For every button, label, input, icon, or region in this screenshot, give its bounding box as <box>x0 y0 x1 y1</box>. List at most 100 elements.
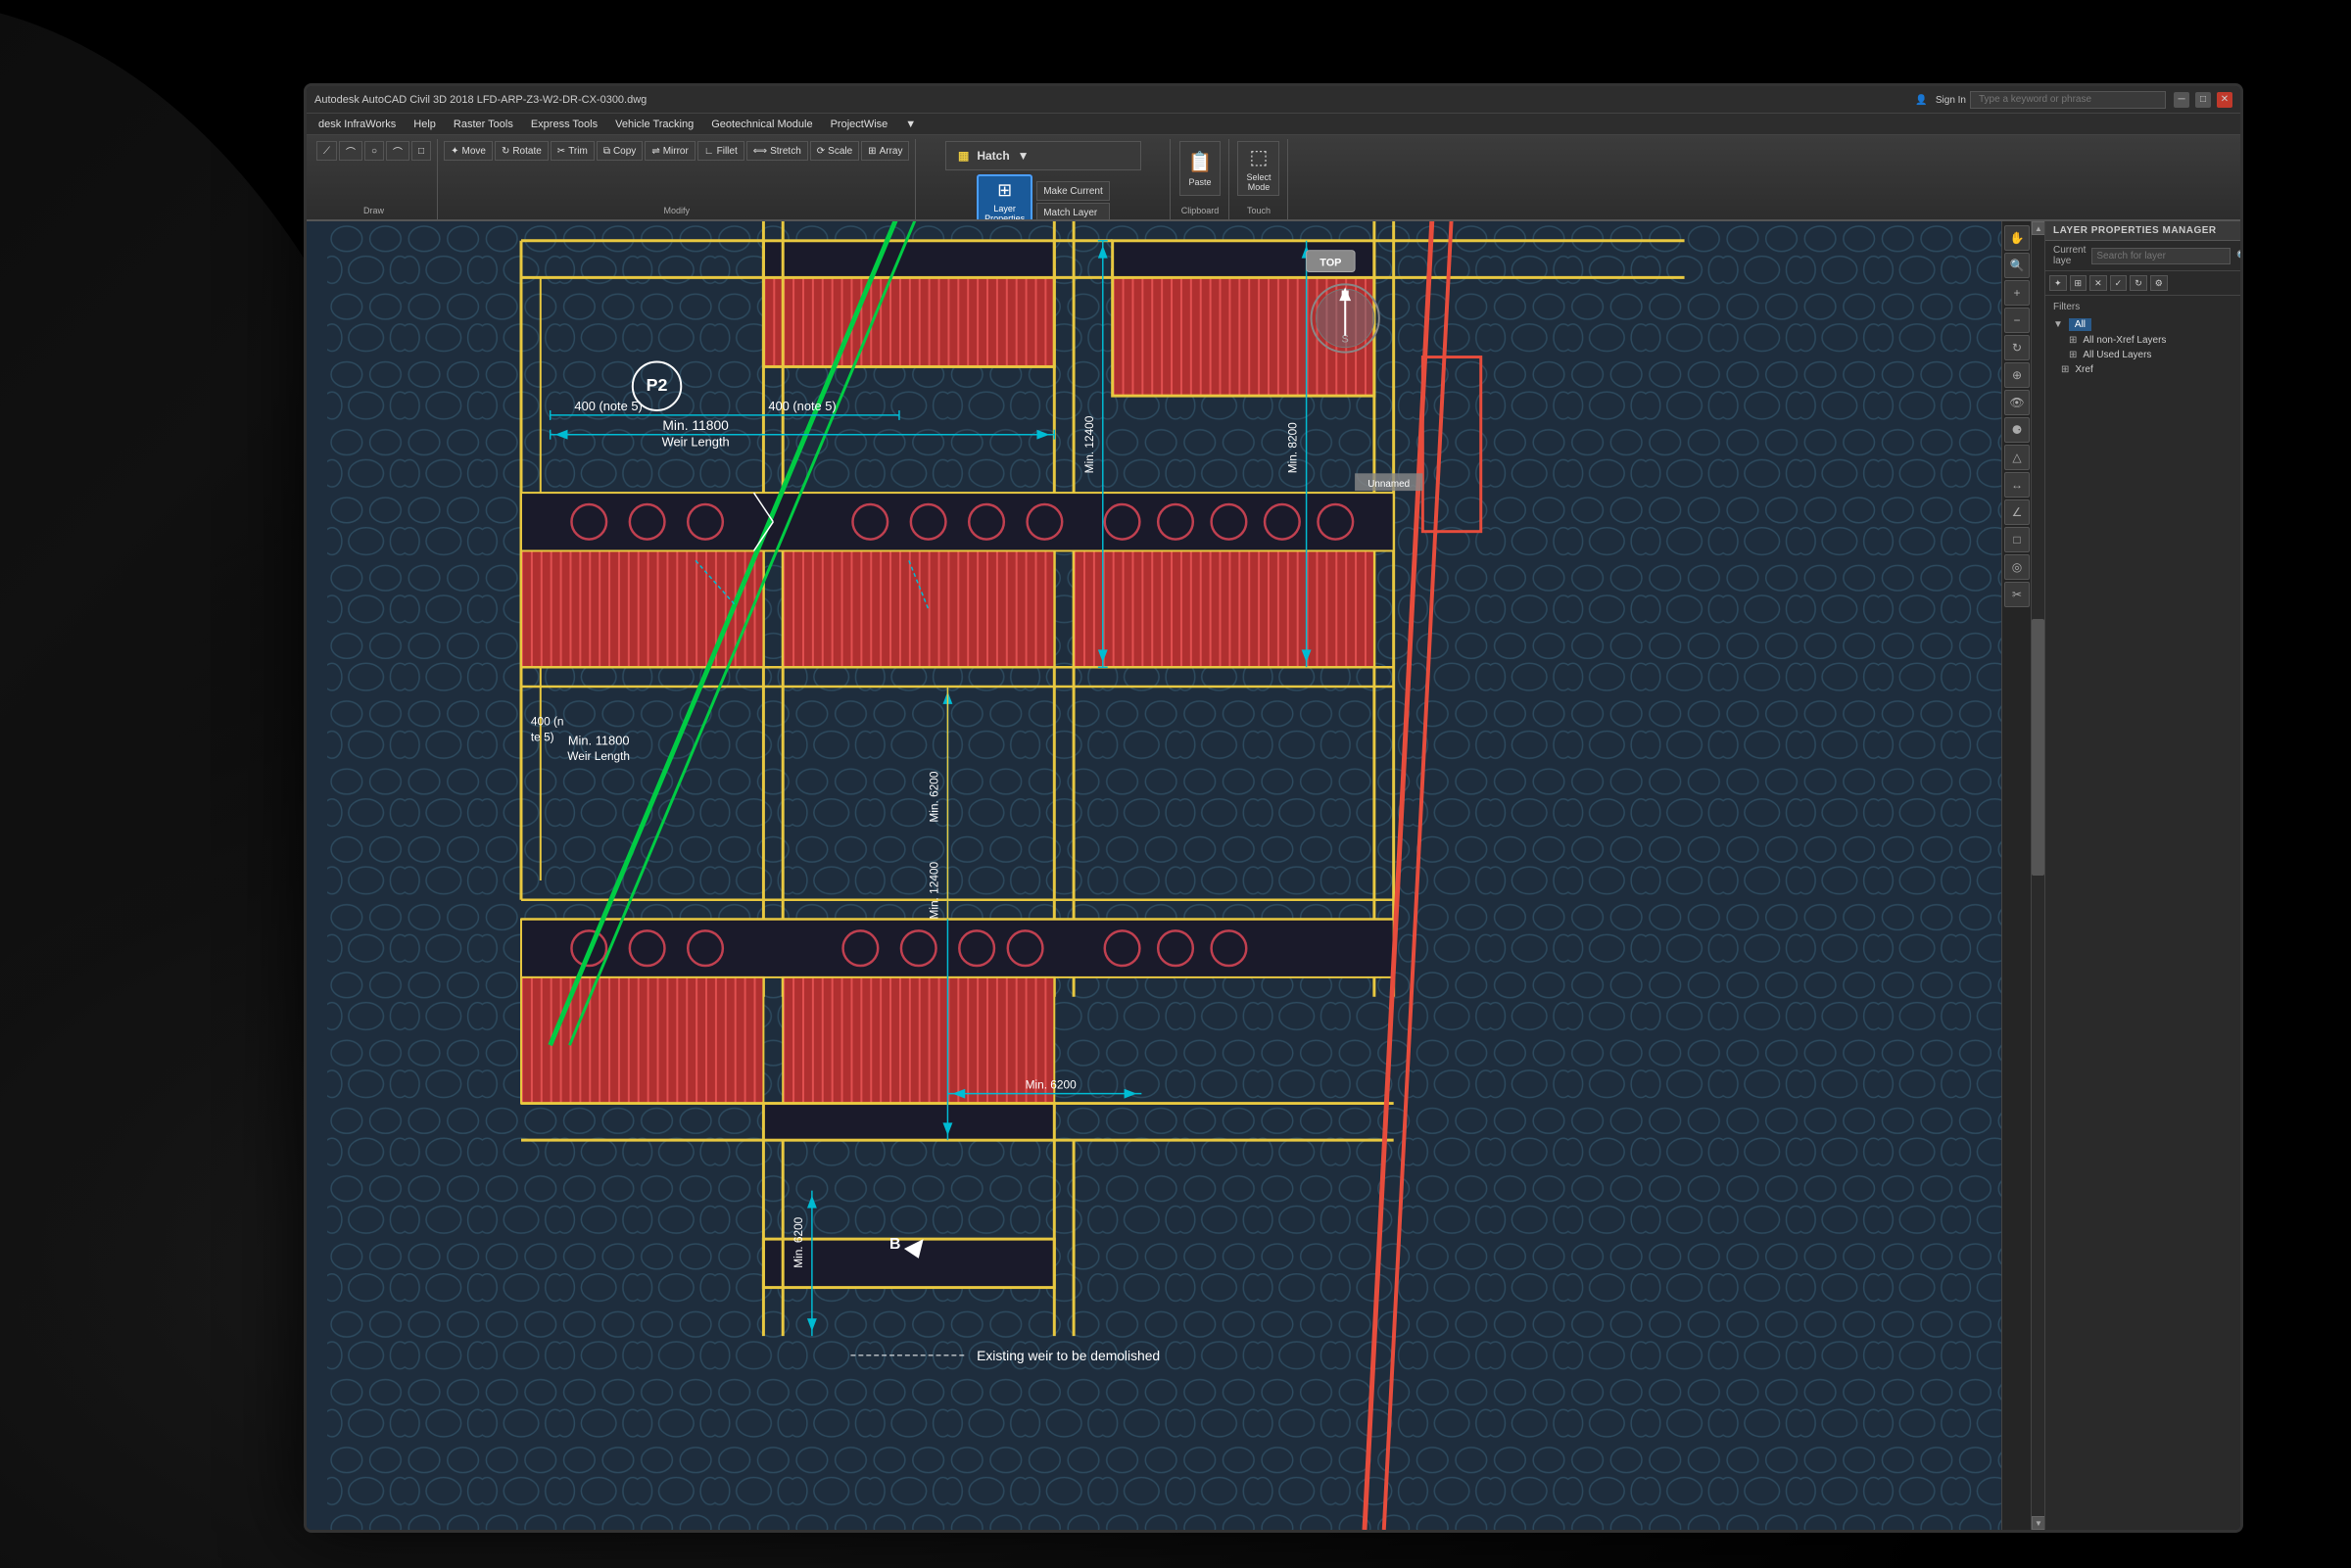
svg-text:Min. 6200: Min. 6200 <box>792 1216 805 1267</box>
isolate-btn[interactable]: ◎ <box>2004 554 2030 580</box>
menu-help[interactable]: Help <box>406 117 444 132</box>
filter-all[interactable]: ▼ All <box>2053 316 2232 333</box>
hatch-dropdown[interactable]: ▦ Hatch ▼ <box>945 141 1141 170</box>
scroll-up-btn[interactable]: ▲ <box>2032 221 2045 235</box>
maximize-button[interactable]: □ <box>2195 92 2211 108</box>
search-icon[interactable]: 🔍 <box>2236 250 2243 262</box>
minimize-button[interactable]: ─ <box>2174 92 2189 108</box>
filter-xref[interactable]: ⊞ Xref <box>2053 362 2232 377</box>
filters-label: Filters <box>2053 302 2232 312</box>
svg-text:Existing weir to be demolished: Existing weir to be demolished <box>977 1348 1160 1363</box>
ribbon-group-modify: ✦ Move ↻ Rotate ✂ Trim ⧉ Copy ⇌ Mirror ∟… <box>438 139 916 219</box>
svg-text:Min. 12400: Min. 12400 <box>928 861 941 919</box>
menu-raster[interactable]: Raster Tools <box>446 117 521 132</box>
rect-btn[interactable]: □ <box>411 141 431 161</box>
clip-btn[interactable]: ✂ <box>2004 582 2030 607</box>
layer-tools: ⊞ Layer Properties Make Current Match La… <box>977 174 1110 221</box>
move-btn[interactable]: ✦ Move <box>444 141 493 161</box>
trim-btn[interactable]: ✂ Trim <box>551 141 595 161</box>
close-button[interactable]: ✕ <box>2217 92 2232 108</box>
filter-used-label: All Used Layers <box>2083 350 2151 360</box>
refresh-btn[interactable]: ↻ <box>2130 275 2147 291</box>
rotate-btn[interactable]: ↻ Rotate <box>495 141 549 161</box>
zoom-in-btn[interactable]: + <box>2004 280 2030 306</box>
pan-tool[interactable]: ✋ <box>2004 225 2030 251</box>
svg-text:Weir Length: Weir Length <box>662 435 730 450</box>
menu-geotechnical[interactable]: Geotechnical Module <box>703 117 820 132</box>
rotate-view-btn[interactable]: ↻ <box>2004 335 2030 360</box>
monitor-screen: Autodesk AutoCAD Civil 3D 2018 LFD-ARP-Z… <box>304 83 2243 1533</box>
filter-non-xref-label: All non-Xref Layers <box>2083 335 2166 346</box>
layer-properties-btn[interactable]: ⊞ Layer Properties <box>977 174 1032 221</box>
select-mode-btn[interactable]: ⬚ Select Mode <box>1237 141 1279 196</box>
ribbon-toolbar: ⟋ ⌒ ○ ⌒ □ Draw ✦ Move ↻ Rotate ✂ Trim ⧉ … <box>307 135 2240 221</box>
ribbon-group-draw: ⟋ ⌒ ○ ⌒ □ Draw <box>311 139 438 219</box>
array-btn[interactable]: ⊞ Array <box>861 141 909 161</box>
layer-current-row: Current laye 🔍 <box>2045 241 2240 271</box>
settings-btn[interactable]: ⚙ <box>2150 275 2168 291</box>
look-btn[interactable]: 👁 <box>2004 390 2030 415</box>
layer-properties-panel: LAYER PROPERTIES MANAGER Current laye 🔍 … <box>2044 221 2240 1530</box>
zoom-tool[interactable]: 🔍 <box>2004 253 2030 278</box>
stretch-btn[interactable]: ⟺ Stretch <box>746 141 808 161</box>
modify-label: Modify <box>664 206 691 217</box>
distance-btn[interactable]: ↔ <box>2004 472 2030 498</box>
circle-btn[interactable]: ○ <box>364 141 384 161</box>
delete-layer-btn[interactable]: ✕ <box>2089 275 2107 291</box>
menu-more[interactable]: ▼ <box>897 117 924 132</box>
layer-properties-label: Layer Properties <box>984 204 1025 221</box>
svg-text:Min. 12400: Min. 12400 <box>1082 415 1096 473</box>
select-label: Select Mode <box>1246 172 1271 192</box>
line-btn[interactable]: ⟋ <box>316 141 337 161</box>
svg-text:te 5): te 5) <box>531 730 554 743</box>
hatch-icon: ▦ <box>958 149 969 163</box>
menu-express[interactable]: Express Tools <box>523 117 605 132</box>
scale-btn[interactable]: ⟳ Scale <box>810 141 859 161</box>
svg-text:Unnamed: Unnamed <box>1367 479 1410 490</box>
angle-btn[interactable]: ∠ <box>2004 499 2030 525</box>
filter-expand-icon: ▼ <box>2053 319 2063 330</box>
hatch-label: Hatch <box>977 149 1009 163</box>
svg-text:Min. 8200: Min. 8200 <box>1286 422 1300 473</box>
copy-btn[interactable]: ⧉ Copy <box>597 141 644 161</box>
menu-bar: desk InfraWorks Help Raster Tools Expres… <box>307 114 2240 135</box>
svg-text:TOP: TOP <box>1319 258 1341 269</box>
arc-btn[interactable]: ⌒ <box>386 141 409 161</box>
mirror-btn[interactable]: ⇌ Mirror <box>645 141 696 161</box>
walk-btn[interactable]: ⚈ <box>2004 417 2030 443</box>
new-vp-btn[interactable]: ⊞ <box>2070 275 2087 291</box>
paste-icon: 📋 <box>1188 150 1213 174</box>
cad-drawing: P2 400 (note 5) 400 (note 5) Min. 11800 … <box>307 221 2044 1530</box>
draw-label: Draw <box>363 206 384 217</box>
zoom-out-btn[interactable]: − <box>2004 308 2030 333</box>
fillet-btn[interactable]: ∟ Fillet <box>697 141 744 161</box>
scroll-down-btn[interactable]: ▼ <box>2032 1516 2045 1530</box>
vertical-scrollbar[interactable]: ▲ ▼ <box>2031 221 2044 1530</box>
area-btn[interactable]: □ <box>2004 527 2030 552</box>
new-layer-btn[interactable]: ✦ <box>2049 275 2067 291</box>
paste-btn[interactable]: 📋 Paste <box>1179 141 1222 196</box>
make-current-btn[interactable]: Make Current <box>1036 181 1110 201</box>
signin-label[interactable]: Sign In <box>1936 95 1966 106</box>
set-current-btn[interactable]: ✓ <box>2110 275 2128 291</box>
cad-canvas[interactable]: P2 400 (note 5) 400 (note 5) Min. 11800 … <box>307 221 2044 1530</box>
keyword-search-input[interactable] <box>1970 91 2166 109</box>
svg-text:400 (note 5): 400 (note 5) <box>768 399 836 413</box>
clipboard-label: Clipboard <box>1181 206 1220 217</box>
fly-btn[interactable]: △ <box>2004 445 2030 470</box>
orbit-btn[interactable]: ⊕ <box>2004 362 2030 388</box>
filter-used[interactable]: ⊞ All Used Layers <box>2053 348 2232 362</box>
menu-vehicle[interactable]: Vehicle Tracking <box>607 117 701 132</box>
polyline-btn[interactable]: ⌒ <box>339 141 362 161</box>
layer-search-input[interactable] <box>2091 248 2231 264</box>
filter-non-xref[interactable]: ⊞ All non-Xref Layers <box>2053 333 2232 348</box>
match-layer-btn[interactable]: Match Layer <box>1036 203 1110 221</box>
modify-tools: ✦ Move ↻ Rotate ✂ Trim ⧉ Copy ⇌ Mirror ∟… <box>444 141 909 161</box>
svg-text:Weir Length: Weir Length <box>567 749 630 763</box>
menu-projectwise[interactable]: ProjectWise <box>823 117 896 132</box>
filter-xref-label: Xref <box>2075 364 2092 375</box>
window-controls: ─ □ ✕ <box>2174 92 2232 108</box>
menu-infraworks[interactable]: desk InfraWorks <box>311 117 404 132</box>
current-layer-label: Current laye <box>2053 245 2086 266</box>
clipboard-tools: 📋 Paste <box>1179 141 1222 196</box>
